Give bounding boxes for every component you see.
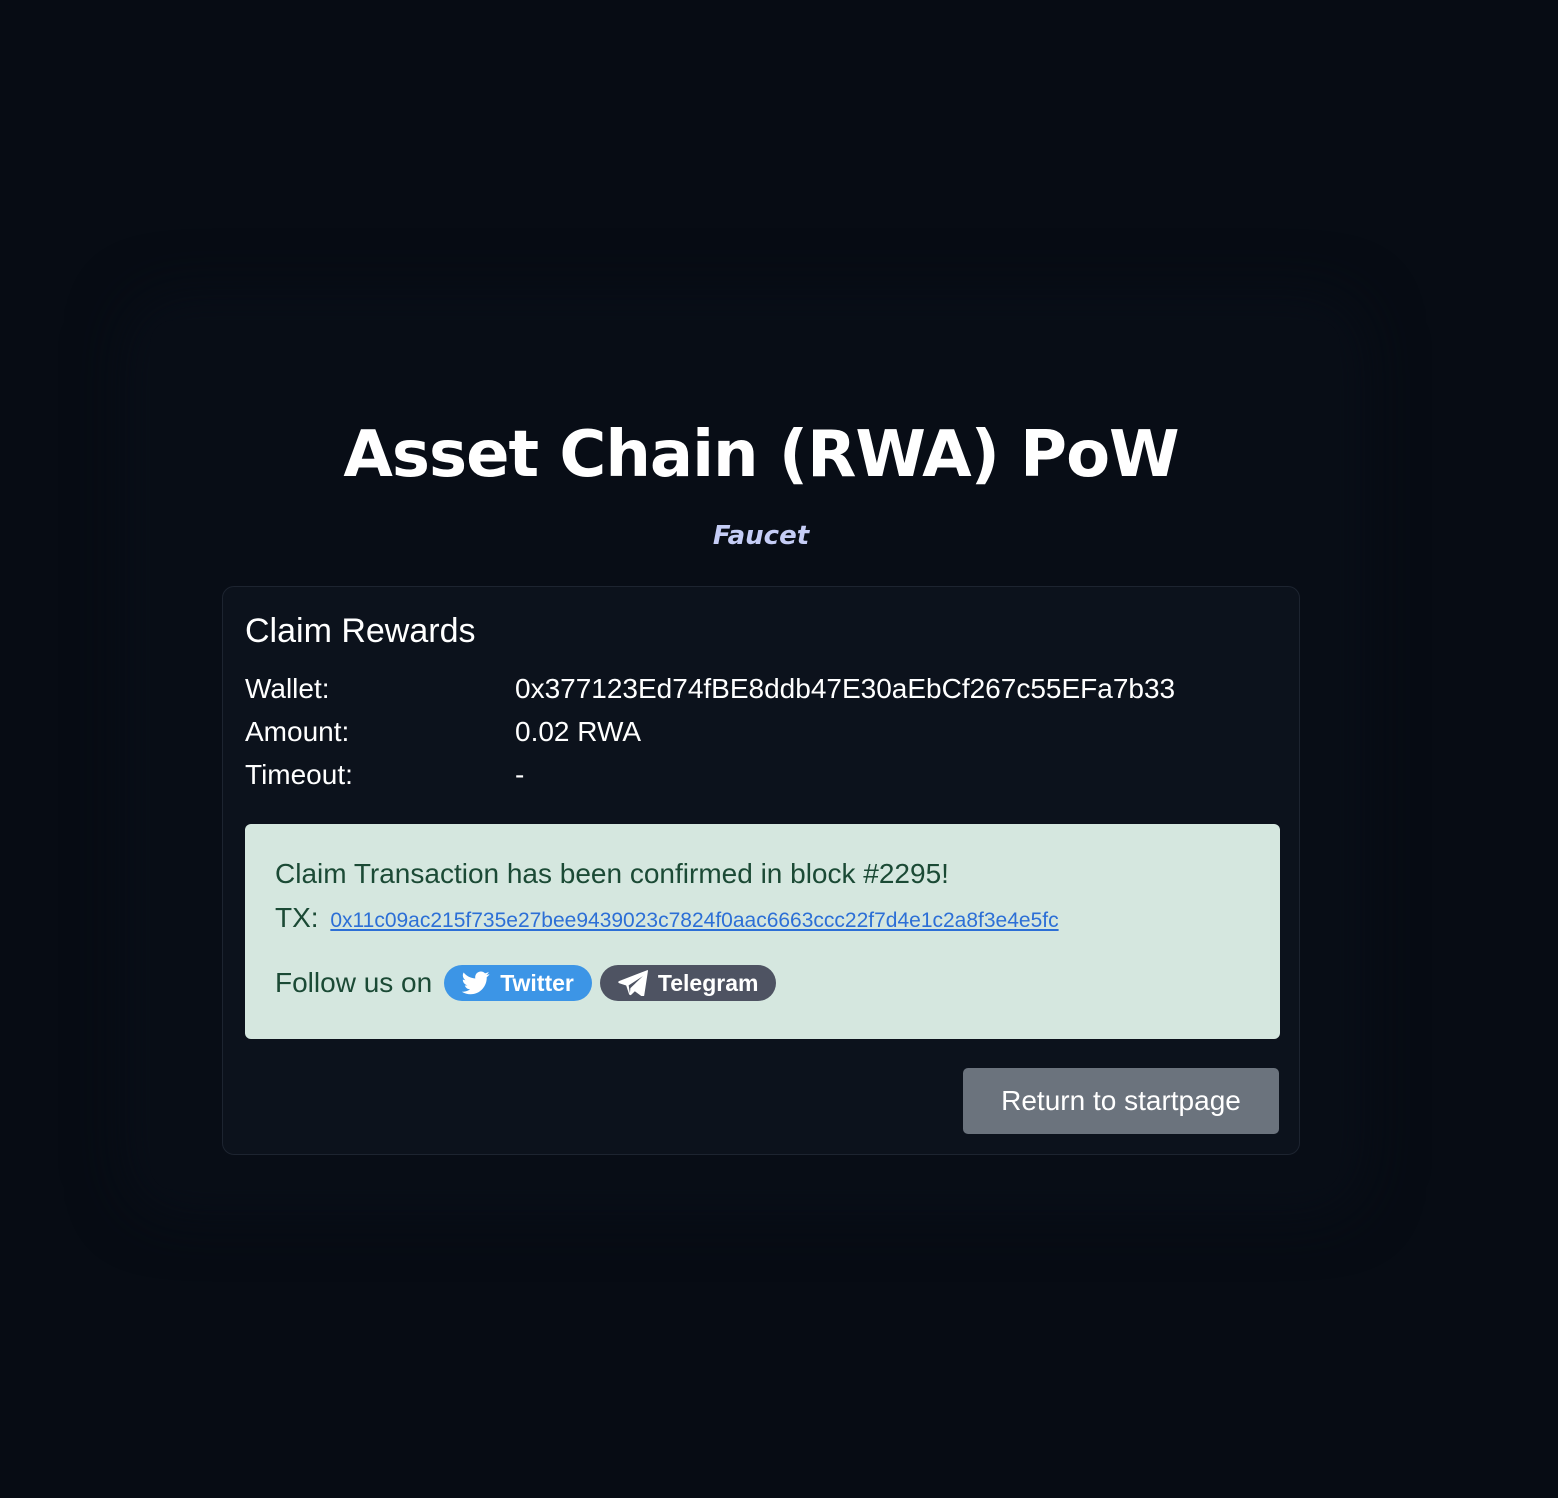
twitter-label: Twitter [500, 969, 574, 996]
follow-label: Follow us on [275, 967, 433, 998]
telegram-button[interactable]: Telegram [599, 965, 777, 1001]
telegram-label: Telegram [657, 969, 759, 996]
twitter-button[interactable]: Twitter [444, 965, 592, 1001]
twitter-bird-icon [462, 971, 490, 995]
tx-hash-link[interactable]: 0x11c09ac215f735e27bee9439023c7824f0aac6… [330, 909, 1058, 932]
timeout-value: - [515, 759, 525, 790]
timeout-label: Timeout: [245, 759, 353, 790]
telegram-plane-icon [618, 970, 648, 996]
claim-rewards-card: Claim Rewards Wallet: 0x377123Ed74fBE8dd… [222, 586, 1300, 1155]
page-title: Asset Chain (RWA) PoW [343, 418, 1179, 492]
tx-line: TX: 0x11c09ac215f735e27bee9439023c7824f0… [275, 900, 1059, 939]
amount-value: 0.02 RWA [515, 716, 642, 747]
page-subtitle: Faucet [712, 521, 810, 551]
faucet-page: Asset Chain (RWA) PoW Faucet Claim Rewar… [0, 0, 1558, 1498]
amount-label: Amount: [245, 716, 350, 747]
success-alert: Claim Transaction has been confirmed in … [245, 824, 1280, 1039]
follow-us-line: Follow us on Twitter Telegram [275, 964, 777, 1002]
card-title: Claim Rewards [245, 612, 476, 650]
wallet-value: 0x377123Ed74fBE8ddb47E30aEbCf267c55EFa7b… [515, 673, 1176, 704]
wallet-label: Wallet: [245, 673, 330, 704]
tx-label: TX: [275, 902, 319, 933]
return-to-startpage-button[interactable]: Return to startpage [963, 1068, 1279, 1134]
confirmation-message: Claim Transaction has been confirmed in … [275, 858, 949, 889]
